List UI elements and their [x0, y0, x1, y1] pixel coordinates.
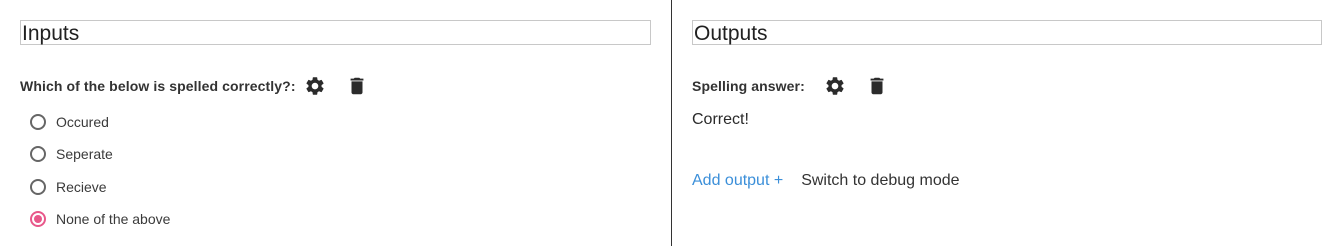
answer-value: Correct!	[692, 111, 749, 128]
radio-button[interactable]	[30, 178, 46, 195]
option-occured[interactable]: Occured	[30, 106, 170, 138]
answer-label: Spelling answer:	[692, 78, 805, 94]
option-seperate[interactable]: Seperate	[30, 138, 170, 170]
option-recieve[interactable]: Recieve	[30, 171, 170, 203]
app-root: Inputs Which of the below is spelled cor…	[0, 0, 1342, 246]
add-output-link[interactable]: Add output +	[692, 172, 783, 190]
question-row: Which of the below is spelled correctly?…	[20, 72, 296, 100]
debug-mode-link[interactable]: Switch to debug mode	[801, 172, 959, 190]
gear-icon[interactable]	[303, 74, 327, 98]
outputs-panel: Outputs Spelling answer: Correct! Add ou…	[692, 0, 1322, 246]
radio-button[interactable]	[30, 146, 46, 163]
question-label: Which of the below is spelled correctly?…	[20, 78, 296, 94]
radio-button[interactable]	[30, 114, 46, 131]
answer-options: Occured Seperate Recieve None of the abo…	[30, 106, 170, 235]
option-label: Occured	[56, 114, 109, 131]
output-actions: Add output + Switch to debug mode	[692, 172, 960, 190]
option-label: Seperate	[56, 146, 113, 163]
inputs-title: Inputs	[20, 20, 651, 45]
gear-icon[interactable]	[823, 74, 847, 98]
option-label: Recieve	[56, 178, 107, 195]
option-none-of-the-above[interactable]: None of the above	[30, 203, 170, 235]
inputs-panel: Inputs Which of the below is spelled cor…	[20, 0, 651, 246]
trash-icon[interactable]	[345, 74, 369, 98]
answer-row: Spelling answer:	[692, 72, 805, 100]
trash-icon[interactable]	[865, 74, 889, 98]
option-label: None of the above	[56, 211, 171, 228]
radio-button-selected[interactable]	[30, 211, 46, 228]
panel-divider	[671, 0, 672, 246]
outputs-title: Outputs	[692, 20, 1322, 45]
